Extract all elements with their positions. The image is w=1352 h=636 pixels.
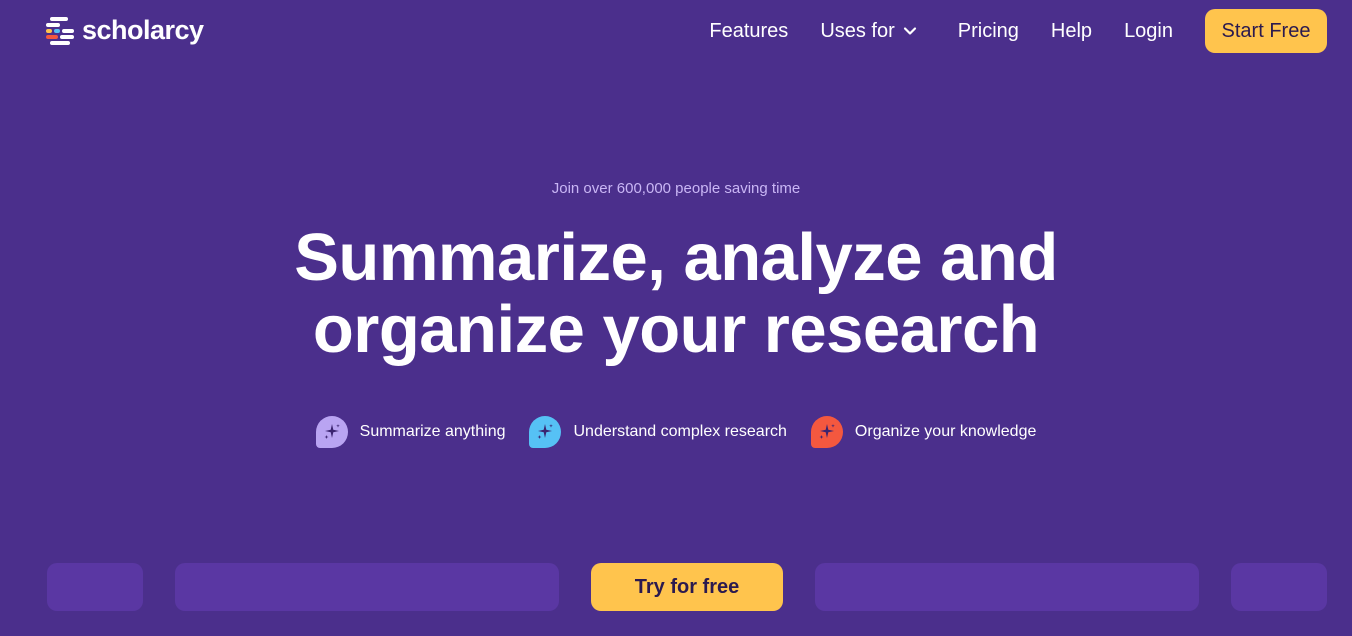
sparkle-chat-icon [810, 416, 843, 448]
feature-item: Understand complex research [529, 416, 787, 448]
try-for-free-button[interactable]: Try for free [591, 563, 783, 611]
nav-features[interactable]: Features [709, 20, 788, 43]
placeholder-card [47, 563, 143, 611]
sparkle-chat-icon [315, 416, 348, 448]
sparkle-chat-icon [529, 416, 562, 448]
scholarcy-logo-icon [46, 15, 76, 45]
feature-item: Summarize anything [315, 416, 506, 448]
nav-uses-for[interactable]: Uses for [820, 20, 916, 43]
feature-list: Summarize anything Understand complex re… [0, 416, 1352, 448]
headline-line-1: Summarize, analyze and [294, 220, 1058, 295]
landing-page: scholarcy Features Uses for Pricing Help… [0, 0, 1352, 636]
placeholder-card [175, 563, 559, 611]
feature-label: Understand complex research [573, 423, 787, 440]
headline-line-2: organize your research [312, 292, 1040, 367]
placeholder-card [1231, 563, 1327, 611]
logo[interactable]: scholarcy [46, 15, 204, 45]
chevron-down-icon [903, 27, 916, 35]
nav-help[interactable]: Help [1051, 20, 1092, 43]
main-nav: Features Uses for Pricing Help Login Sta… [709, 9, 1327, 53]
placeholder-card [815, 563, 1199, 611]
logo-text: scholarcy [82, 14, 204, 45]
nav-pricing[interactable]: Pricing [958, 20, 1019, 43]
nav-uses-for-label: Uses for [820, 19, 895, 42]
nav-login[interactable]: Login [1124, 20, 1173, 43]
start-free-button[interactable]: Start Free [1205, 9, 1327, 53]
hero-headline: Summarize, analyze and organize your res… [0, 222, 1352, 366]
hero-eyebrow: Join over 600,000 people saving time [551, 180, 801, 197]
feature-label: Summarize anything [359, 423, 506, 440]
feature-label: Organize your knowledge [854, 423, 1037, 440]
feature-item: Organize your knowledge [810, 416, 1037, 448]
